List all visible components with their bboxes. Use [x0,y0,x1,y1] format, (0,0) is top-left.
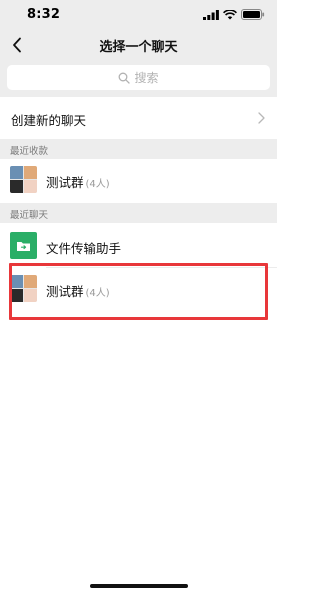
chat-row-file-transfer[interactable]: 文件传输助手 [0,225,277,267]
signal-icon [203,9,219,20]
member-count: (4人) [85,179,110,190]
chat-name: 文件传输助手 [46,241,122,256]
chat-row-test-group-recent[interactable]: 测试群 (4人) [0,159,277,201]
search-placeholder: 搜索 [134,71,159,85]
create-new-chat-label: 创建新的聊天 [11,113,87,128]
search-icon [119,72,131,84]
chat-name: 测试群 (4人) [46,284,110,299]
chevron-right-icon [258,112,265,124]
folder-icon [17,241,30,251]
section-label: 最近聊天 [10,210,49,221]
battery-icon [241,9,265,20]
group-avatar [10,275,37,302]
status-bar: 8:32 [0,0,277,30]
wifi-icon [223,9,237,19]
search-input[interactable]: 搜索 [7,65,270,90]
group-avatar [10,166,37,193]
member-count: (4人) [85,288,110,299]
search-area: 搜索 [0,60,277,97]
system-icons [203,9,265,20]
status-time: 8:32 [27,7,61,22]
create-new-chat-row[interactable]: 创建新的聊天 [0,97,277,139]
nav-bar: 选择一个聊天 [0,30,277,60]
section-header-recent-forwards: 最近收款 [0,139,277,159]
chat-name: 测试群 (4人) [46,175,110,190]
page-title: 选择一个聊天 [99,40,178,55]
chat-row-test-group[interactable]: 测试群 (4人) [0,268,277,310]
section-header-recent-chats: 最近聊天 [0,203,277,223]
file-transfer-avatar [10,232,37,259]
home-indicator [90,584,188,588]
section-label: 最近收款 [10,146,49,157]
